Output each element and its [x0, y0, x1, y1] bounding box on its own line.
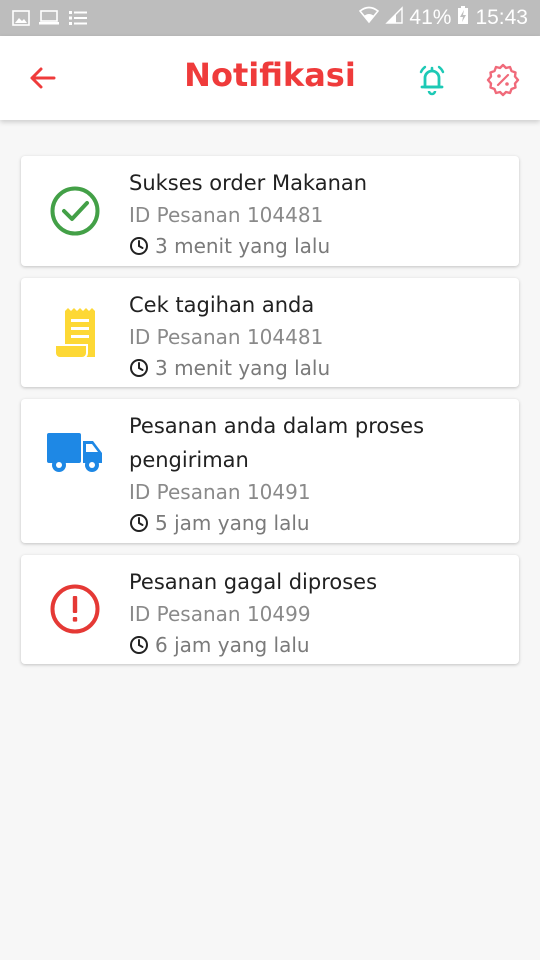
laptop-icon [38, 10, 60, 26]
truck-icon [45, 423, 105, 483]
check-circle-icon [45, 181, 105, 241]
receipt-icon [45, 303, 105, 363]
clock-icon [129, 358, 149, 378]
error-circle-icon [45, 579, 105, 639]
clock-icon [129, 635, 149, 655]
wifi-icon [359, 6, 380, 30]
notification-title: Pesanan gagal diproses [129, 570, 378, 594]
notification-title: Pesanan anda dalam proses pengiriman [129, 414, 425, 472]
battery-charging-icon [457, 5, 469, 31]
list-icon [68, 10, 88, 26]
battery-percent: 41% [409, 6, 452, 29]
promo-button[interactable] [483, 60, 523, 100]
order-id: ID Pesanan 104481 [129, 203, 324, 227]
notification-button[interactable] [412, 60, 452, 100]
status-right: 41% 15:43 [359, 5, 528, 31]
order-id: ID Pesanan 10491 [129, 480, 311, 504]
clock-time: 15:43 [475, 6, 528, 29]
status-left-icons [12, 10, 88, 26]
notification-time: 3 menit yang lalu [129, 352, 507, 384]
app-bar: Notifikasi [0, 36, 540, 120]
notification-title: Cek tagihan anda [129, 293, 315, 317]
notification-time: 6 jam yang lalu [129, 629, 507, 661]
order-id: ID Pesanan 104481 [129, 325, 324, 349]
time-text: 5 jam yang lalu [155, 511, 310, 535]
notification-card[interactable]: Pesanan anda dalam proses pengiriman ID … [21, 399, 519, 543]
notification-card[interactable]: Sukses order Makanan ID Pesanan 104481 3… [21, 156, 519, 266]
order-id: ID Pesanan 10499 [129, 602, 311, 626]
notification-list: Sukses order Makanan ID Pesanan 104481 3… [21, 156, 519, 676]
image-icon [12, 10, 30, 26]
notification-time: 3 menit yang lalu [129, 230, 507, 262]
status-bar: 41% 15:43 [0, 0, 540, 36]
time-text: 3 menit yang lalu [155, 356, 331, 380]
bell-ring-icon [419, 65, 445, 96]
notification-time: 5 jam yang lalu [129, 507, 507, 539]
notification-card[interactable]: Pesanan gagal diproses ID Pesanan 10499 … [21, 555, 519, 664]
notification-card[interactable]: Cek tagihan anda ID Pesanan 104481 3 men… [21, 278, 519, 387]
page-title: Notifikasi [184, 56, 356, 94]
clock-icon [129, 513, 149, 533]
time-text: 6 jam yang lalu [155, 633, 310, 657]
clock-icon [129, 236, 149, 256]
time-text: 3 menit yang lalu [155, 234, 331, 258]
notification-title: Sukses order Makanan [129, 171, 368, 195]
signal-icon [385, 6, 404, 30]
discount-badge-icon [486, 63, 520, 97]
